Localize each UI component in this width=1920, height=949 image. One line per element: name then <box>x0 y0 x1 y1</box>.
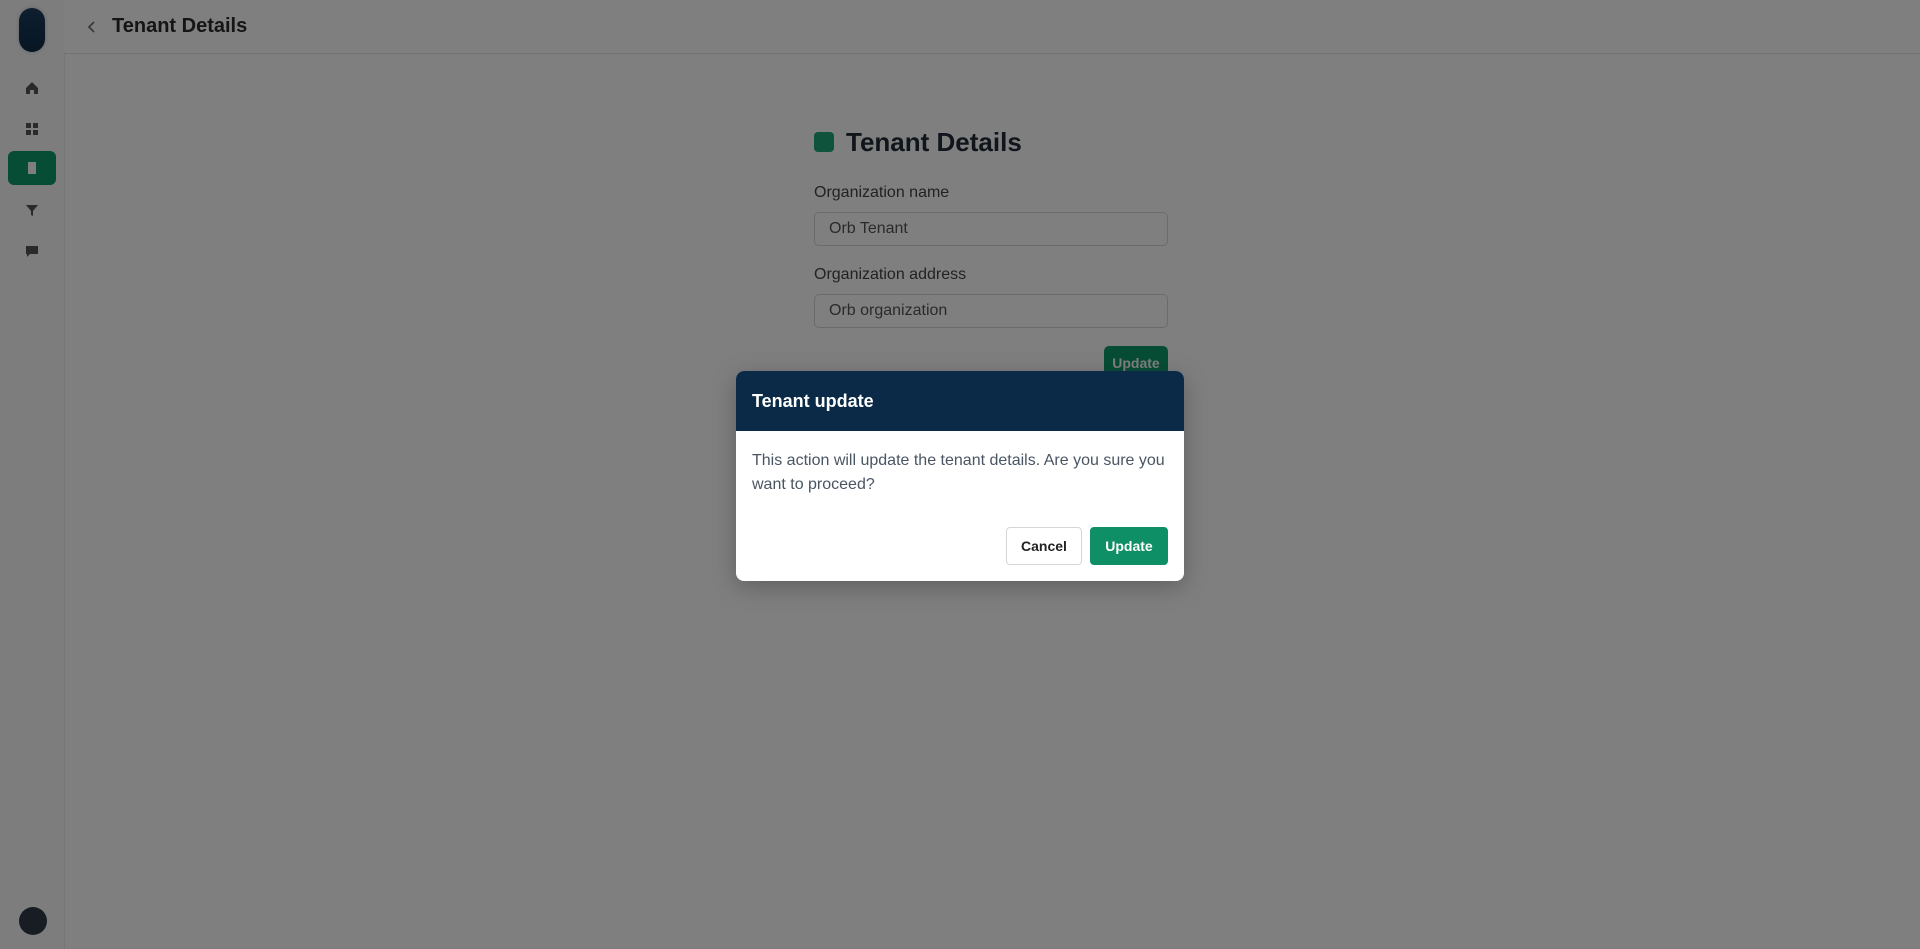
tenant-update-dialog: Tenant update This action will update th… <box>736 371 1184 581</box>
dialog-title: Tenant update <box>752 390 874 411</box>
cancel-button[interactable]: Cancel <box>1006 527 1082 565</box>
dialog-header: Tenant update <box>736 371 1184 431</box>
dialog-footer: Cancel Update <box>1006 527 1168 565</box>
dialog-message: This action will update the tenant detai… <box>752 452 1165 493</box>
app-root: Tenant Details Tenant Details Organizati… <box>0 0 1920 949</box>
update-button[interactable]: Update <box>1090 527 1168 565</box>
